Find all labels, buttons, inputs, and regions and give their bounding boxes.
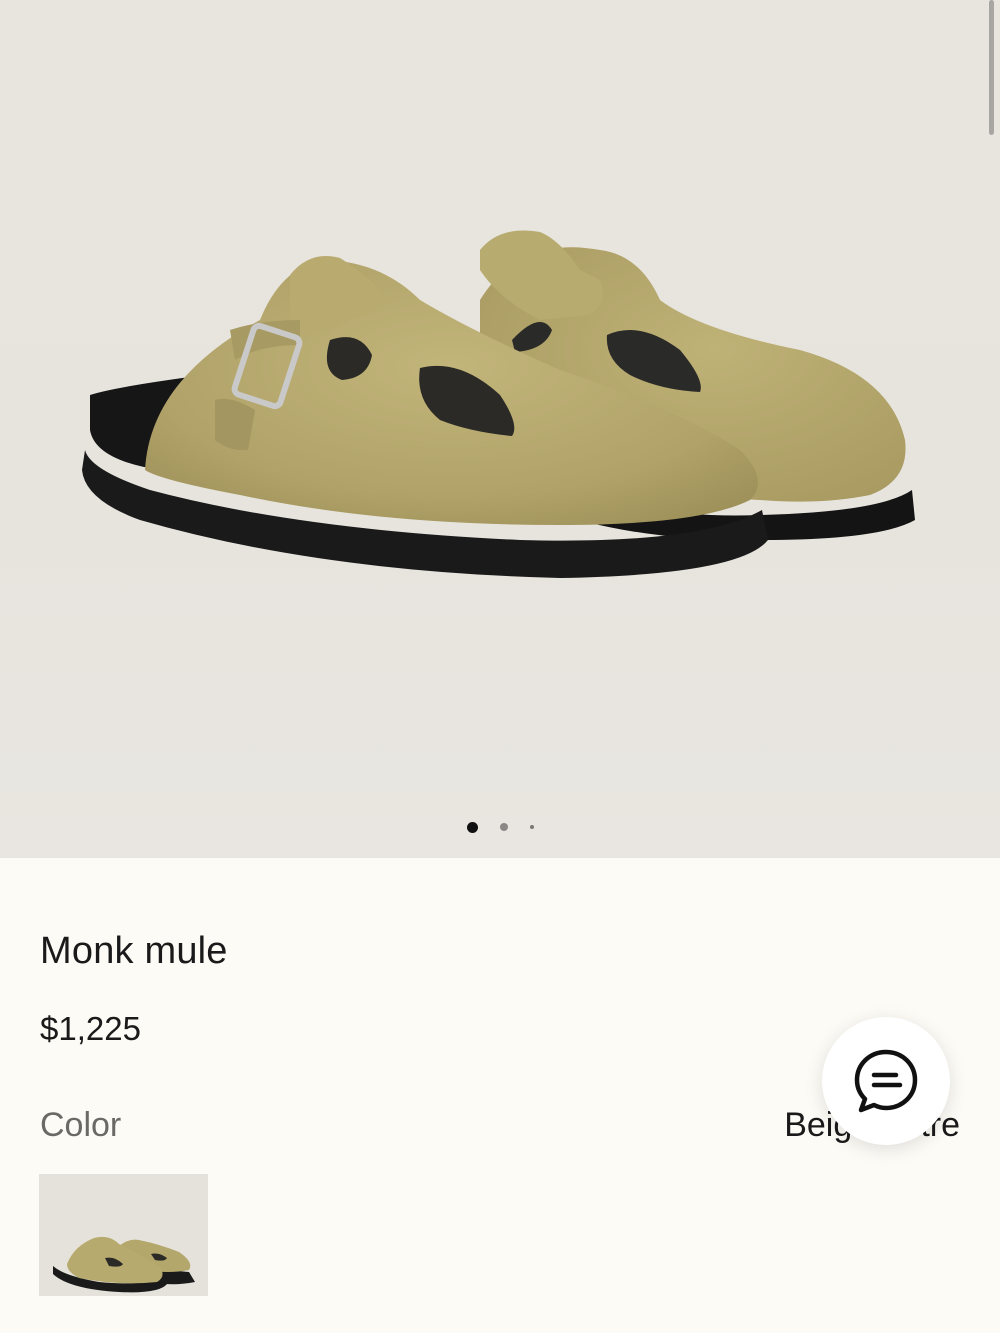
color-swatch-thumbnail[interactable]	[39, 1174, 208, 1296]
product-photo	[82, 230, 915, 578]
pagination-dot-1[interactable]	[466, 821, 478, 833]
page-scrollbar[interactable]	[989, 0, 994, 135]
product-price: $1,225	[40, 1010, 141, 1047]
gallery-pagination	[0, 820, 1000, 834]
chat-button[interactable]	[822, 1017, 950, 1145]
swatch-photo	[39, 1174, 208, 1296]
pagination-dot-2[interactable]	[499, 823, 508, 831]
product-image-gallery[interactable]	[0, 0, 1000, 858]
color-label: Color	[40, 1106, 122, 1144]
product-page: Monk mule $1,225 Color Beige Antre	[0, 0, 1000, 1333]
chat-bubble-icon	[854, 1049, 918, 1113]
product-title: Monk mule	[40, 930, 228, 972]
pagination-dot-3[interactable]	[529, 825, 534, 829]
